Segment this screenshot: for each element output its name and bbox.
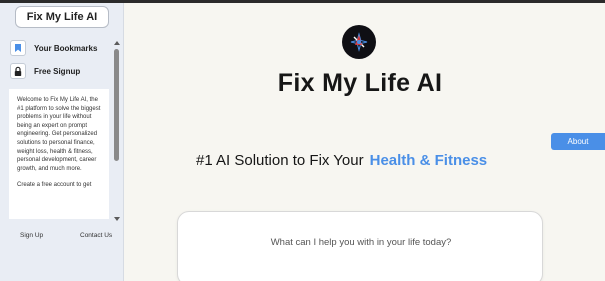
prompt-placeholder: What can I help you with in your life to… (270, 237, 452, 248)
prompt-input-box[interactable]: What can I help you with in your life to… (177, 211, 543, 281)
bookmark-icon (10, 40, 26, 56)
scroll-down-arrow-icon[interactable] (114, 217, 120, 221)
logo-icon (342, 25, 376, 59)
tagline-rotating-topic: Health & Fitness (369, 152, 488, 169)
tagline: #1 AI Solution to Fix Your Health & Fitne… (196, 152, 526, 169)
description-card: Welcome to Fix My Life AI, the #1 platfo… (9, 89, 109, 219)
description-scroll-area[interactable]: Welcome to Fix My Life AI, the #1 platfo… (9, 89, 112, 219)
scroll-up-arrow-icon[interactable] (114, 41, 120, 45)
description-text: Create a free account to get (17, 182, 92, 189)
sign-up-link[interactable]: Sign Up (20, 232, 43, 239)
brand-button[interactable]: Fix My Life AI (15, 6, 109, 28)
sidebar-scrollbar[interactable] (113, 39, 121, 221)
lock-icon (10, 63, 26, 79)
sidebar-item-label: Free Signup (34, 66, 81, 76)
contact-us-link[interactable]: Contact Us (80, 232, 112, 239)
sidebar-item-free-signup[interactable]: Free Signup (10, 61, 110, 81)
sidebar: Fix My Life AI Your Bookmarks Free Signu… (0, 3, 124, 281)
sidebar-item-bookmarks[interactable]: Your Bookmarks (10, 38, 110, 58)
tagline-prefix: #1 AI Solution to Fix Your (196, 152, 364, 169)
about-button[interactable]: About (551, 133, 605, 150)
description-text: Welcome to Fix My Life AI, the #1 platfo… (17, 97, 101, 172)
scrollbar-thumb[interactable] (114, 49, 119, 161)
sidebar-item-label: Your Bookmarks (34, 43, 98, 53)
page-title: Fix My Life AI (277, 69, 443, 97)
